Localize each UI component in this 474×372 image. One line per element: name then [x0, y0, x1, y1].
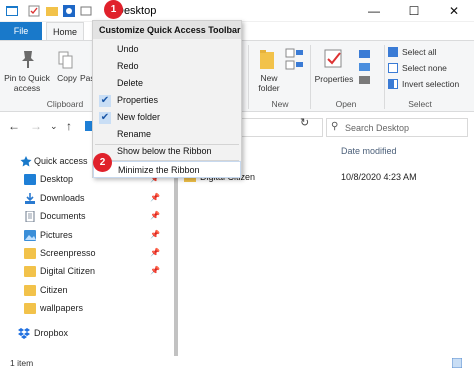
nav-item-label: wallpapers: [40, 303, 84, 313]
details-view-icon[interactable]: [452, 358, 462, 368]
ribbon-divider: [384, 45, 385, 109]
select-none-label: Select none: [402, 63, 447, 73]
select-all-button[interactable]: Select all: [388, 45, 437, 59]
menu-item-rename[interactable]: Rename: [93, 126, 241, 143]
search-placeholder: Search Desktop: [345, 123, 410, 133]
menu-item-label: New folder: [117, 112, 161, 122]
menu-title: Customize Quick Access Toolbar: [93, 21, 241, 39]
checkmark-icon: ✔: [99, 95, 111, 107]
tab-home[interactable]: Home: [46, 22, 84, 40]
pin-icon: 📌: [150, 248, 160, 257]
back-arrow-icon[interactable]: ←: [8, 119, 20, 133]
nav-item-downloads[interactable]: Downloads 📌: [0, 190, 165, 208]
nav-item-wallpapers[interactable]: wallpapers: [0, 300, 165, 318]
select-all-icon: [388, 47, 398, 57]
invert-selection-label: Invert selection: [402, 79, 460, 89]
folder-window-icon: [6, 6, 18, 16]
pin-icon: 📌: [150, 193, 160, 202]
folder-icon: [24, 285, 36, 296]
invert-selection-icon: [388, 79, 398, 89]
settings-icon[interactable]: [63, 5, 75, 17]
copy-button[interactable]: Copy: [55, 73, 79, 83]
pin-icon: 📌: [150, 211, 160, 220]
pin-icon: 📌: [150, 266, 160, 275]
nav-item-label: Documents: [40, 211, 86, 221]
callout-badge-2: 2: [93, 153, 112, 172]
minimize-button[interactable]: —: [354, 0, 394, 22]
nav-item-label: Citizen: [40, 285, 68, 295]
new-group-label: New: [271, 99, 289, 109]
select-none-icon: [388, 63, 398, 73]
menu-item-minimize-ribbon[interactable]: Minimize the Ribbon: [93, 161, 241, 178]
menu-item-new-folder[interactable]: ✔ New folder: [93, 109, 241, 126]
folder-icon: [24, 303, 36, 314]
dropbox-icon: [18, 328, 30, 339]
ribbon-divider: [310, 45, 311, 109]
select-none-button[interactable]: Select none: [388, 61, 447, 75]
new-folder-icon[interactable]: [46, 5, 58, 17]
pin-icon: [22, 51, 34, 68]
ribbon-divider: [248, 45, 249, 109]
maximize-button[interactable]: ☐: [394, 0, 434, 22]
star-icon: [20, 156, 32, 167]
nav-item-label: Pictures: [40, 230, 73, 240]
nav-item-label: Digital Citizen: [40, 266, 96, 276]
menu-item-label: Properties: [117, 95, 159, 105]
search-field[interactable]: ⚲ Search Desktop: [326, 118, 468, 137]
callout-badge-1: 1: [104, 0, 123, 19]
menu-item-properties[interactable]: ✔ Properties: [93, 92, 241, 109]
pin-to-quick-access-button[interactable]: Pin to Quick access: [2, 73, 52, 93]
status-bar: 1 item: [0, 356, 474, 372]
downloads-icon: [25, 193, 35, 204]
item-count: 1 item: [10, 358, 34, 368]
rename-icon[interactable]: [80, 5, 92, 17]
menu-item-show-below-ribbon[interactable]: Show below the Ribbon: [93, 143, 241, 160]
nav-item-pictures[interactable]: Pictures 📌: [0, 227, 165, 245]
nav-item-documents[interactable]: Documents 📌: [0, 208, 165, 226]
column-header-date-modified[interactable]: Date modified: [341, 146, 397, 156]
open-small-icons: [359, 50, 370, 84]
pin-icon: 📌: [150, 230, 160, 239]
nav-item-label: Desktop: [40, 174, 74, 184]
forward-arrow-icon[interactable]: →: [30, 119, 42, 133]
folder-icon: [24, 266, 36, 277]
recent-chevron-icon[interactable]: ⌄: [50, 121, 58, 132]
properties-button[interactable]: Properties: [312, 74, 356, 84]
nav-item-label: Quick access: [34, 156, 88, 166]
menu-item-redo[interactable]: Redo: [93, 58, 241, 75]
menu-item-undo[interactable]: Undo: [93, 41, 241, 58]
documents-icon: [25, 211, 35, 222]
menu-item-delete[interactable]: Delete: [93, 75, 241, 92]
refresh-icon[interactable]: ↻: [300, 116, 309, 129]
copy-icon: [58, 51, 73, 69]
nav-item-label: Downloads: [40, 193, 85, 203]
customize-quick-access-toolbar-menu: Customize Quick Access Toolbar Undo Redo…: [92, 20, 242, 178]
new-folder-button[interactable]: New folder: [250, 73, 288, 93]
nav-item-label: Dropbox: [34, 328, 69, 338]
properties-large-icon: [324, 49, 342, 68]
invert-selection-button[interactable]: Invert selection: [388, 77, 459, 91]
new-folder-large-icon: [260, 50, 274, 69]
nav-item-digital-citizen[interactable]: Digital Citizen 📌: [0, 263, 165, 281]
up-arrow-icon[interactable]: ↑: [66, 119, 72, 133]
folder-icon: [24, 248, 36, 259]
search-icon: ⚲: [331, 121, 339, 132]
title-bar: Desktop — ☐ ✕: [0, 0, 474, 22]
tab-file[interactable]: File: [0, 22, 42, 40]
clipboard-group-label: Clipboard: [46, 99, 84, 109]
nav-item-label: Screenpresso: [40, 248, 96, 258]
select-group-label: Select: [408, 99, 432, 109]
checkmark-icon: ✔: [99, 112, 111, 124]
nav-item-screenpresso[interactable]: Screenpresso 📌: [0, 245, 165, 263]
pictures-icon: [24, 230, 36, 241]
open-group-label: Open: [335, 99, 357, 109]
close-button[interactable]: ✕: [434, 0, 474, 22]
row-date: 10/8/2020 4:23 AM: [341, 172, 417, 182]
nav-item-citizen[interactable]: Citizen: [0, 282, 165, 300]
select-all-label: Select all: [402, 47, 437, 57]
desktop-folder-icon: [24, 174, 36, 185]
nav-item-dropbox[interactable]: Dropbox: [0, 325, 165, 343]
properties-icon[interactable]: [28, 5, 40, 17]
